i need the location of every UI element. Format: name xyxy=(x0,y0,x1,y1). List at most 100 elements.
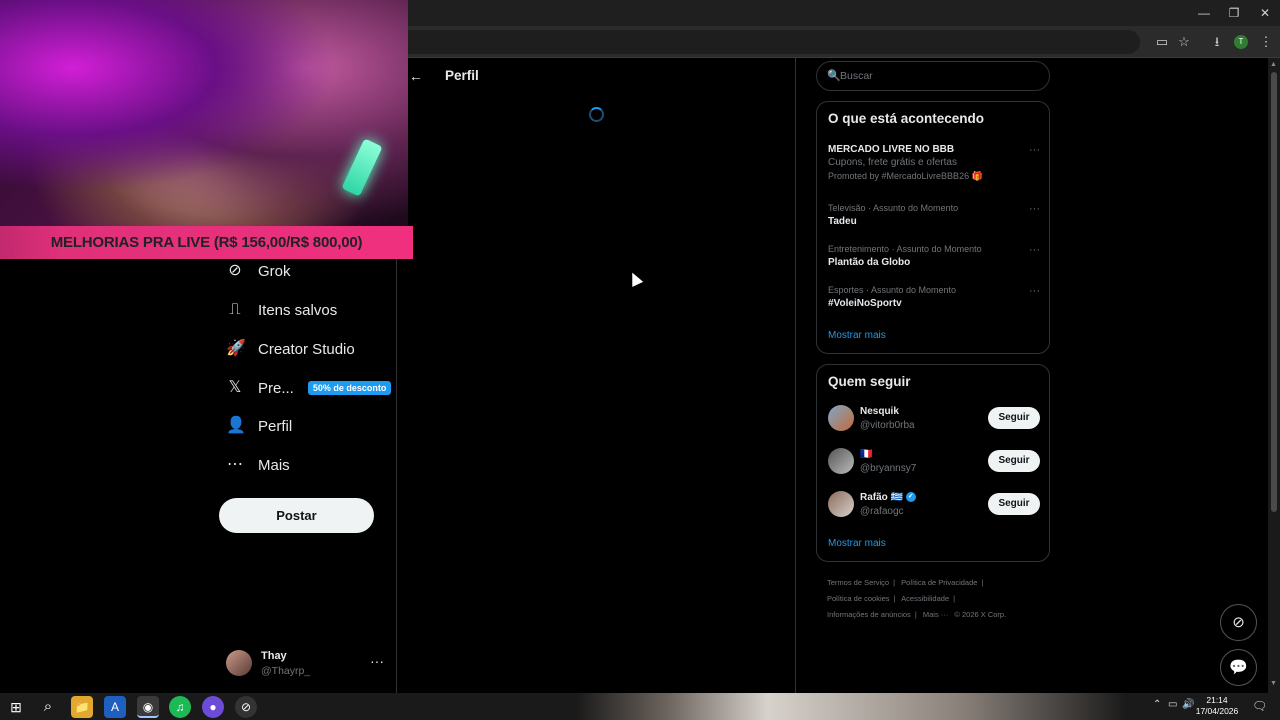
notification-center-icon[interactable]: 🗨 xyxy=(1252,699,1267,713)
nav-item-label: Grok xyxy=(258,262,291,280)
spotify-icon[interactable]: ♫ xyxy=(169,696,191,718)
trend-category: Entretenimento · Assunto do Momento xyxy=(828,244,982,254)
browser-menu-icon[interactable]: ⋮ xyxy=(1256,32,1276,52)
nav-item-creator-studio[interactable]: 🚀 Creator Studio xyxy=(226,333,355,365)
suggestion-handle: @rafaogc xyxy=(860,506,904,517)
search-input[interactable]: 🔍 Buscar xyxy=(816,61,1050,91)
footer-separator: | xyxy=(914,610,917,619)
footer-link[interactable]: Acessibilidade xyxy=(901,594,949,603)
download-icon[interactable]: ⭳ xyxy=(1207,32,1227,52)
follow-suggestion[interactable]: Rafão 🇬🇷 ✓ @rafaogc Seguir xyxy=(828,491,1040,521)
restore-button[interactable]: ❐ xyxy=(1219,3,1249,23)
more-options-icon[interactable]: ··· xyxy=(1029,285,1040,297)
grok-float-button[interactable]: ⊘ xyxy=(1220,604,1257,641)
cast-icon[interactable]: ▭ xyxy=(1152,32,1172,52)
trend-subtitle: Cupons, frete grátis e ofertas xyxy=(828,157,957,168)
clock-date: 17/04/2026 xyxy=(1195,706,1239,716)
neon-light xyxy=(341,138,383,197)
account-name: Thay xyxy=(261,650,287,662)
close-button[interactable]: ✕ xyxy=(1250,3,1280,23)
nav-item-grok[interactable]: ⊘ Grok xyxy=(226,255,291,287)
more-options-icon[interactable]: ··· xyxy=(370,653,384,669)
system-clock[interactable]: 21:14 17/04/2026 xyxy=(1194,695,1240,717)
footer-link[interactable]: Mais ··· xyxy=(923,610,948,619)
x-logo-icon: 𝕏 xyxy=(228,379,242,396)
nav-item-label: Mais xyxy=(258,456,290,474)
trend-item-promoted[interactable]: MERCADO LIVRE NO BBB Cupons, frete gráti… xyxy=(828,144,1040,182)
bookmark-star-icon[interactable]: ☆ xyxy=(1174,32,1194,52)
tray-chevron-icon[interactable]: ⌃ xyxy=(1153,699,1161,710)
bookmark-icon: ⎍ xyxy=(229,301,241,318)
copyright: © 2026 X Corp. xyxy=(954,610,1007,619)
trend-name: MERCADO LIVRE NO BBB xyxy=(828,144,955,155)
who-to-follow-show-more-link[interactable]: Mostrar mais xyxy=(828,538,886,549)
trend-category: Televisão · Assunto do Momento xyxy=(828,203,959,213)
trend-item[interactable]: Esportes · Assunto do Momento #VoleiNoSp… xyxy=(828,285,1040,309)
scroll-down-arrow-icon[interactable]: ▼ xyxy=(1270,680,1277,687)
start-menu-icon[interactable]: ⊞ xyxy=(5,696,27,718)
verified-badge-icon: ✓ xyxy=(905,492,916,503)
battery-icon[interactable]: ▭ xyxy=(1168,699,1177,710)
footer-separator: | xyxy=(893,594,896,603)
chat-app-icon[interactable]: ● xyxy=(202,696,224,718)
file-explorer-icon[interactable]: 📁 xyxy=(71,696,93,718)
windows-taskbar: ⊞ ⌕ 📁 A ◉ ♫ ● ⊘ ⌃ ▭ 🔊 21:14 17/04/2026 🗨 xyxy=(0,693,1280,720)
trends-card: O que está acontecendo MERCADO LIVRE NO … xyxy=(816,101,1050,354)
follow-button[interactable]: Seguir xyxy=(988,493,1040,515)
messages-float-button[interactable]: 💬 xyxy=(1220,649,1257,686)
browser-profile-avatar[interactable]: T xyxy=(1234,35,1248,49)
trends-show-more-link[interactable]: Mostrar mais xyxy=(828,330,886,341)
trend-item[interactable]: Entretenimento · Assunto do Momento Plan… xyxy=(828,244,1040,268)
account-switcher[interactable]: Thay @Thayrp_ ··· xyxy=(226,648,386,680)
follow-suggestion[interactable]: 🇫🇷 @bryannsy7 Seguir xyxy=(828,448,1040,478)
trend-item[interactable]: Televisão · Assunto do Momento Tadeu ··· xyxy=(828,203,1040,227)
footer-link[interactable]: Política de Privacidade xyxy=(901,578,977,587)
nav-item-more[interactable]: ⋯ Mais xyxy=(226,449,290,481)
nav-item-label: Itens salvos xyxy=(258,301,338,319)
chrome-icon[interactable]: ◉ xyxy=(137,696,159,718)
who-to-follow-card: Quem seguir Nesquik @vitorb0rba Seguir 🇫… xyxy=(816,364,1050,562)
promoted-label: Promoted by #MercadoLivreBBB26 🎁 xyxy=(828,171,983,181)
loading-spinner xyxy=(589,107,604,122)
trend-name: Tadeu xyxy=(828,216,857,227)
account-handle: @Thayrp_ xyxy=(261,665,311,677)
footer-link[interactable]: Política de cookies xyxy=(827,594,890,603)
recording-app-icon[interactable]: ⊘ xyxy=(235,696,257,718)
page-scrollbar[interactable]: ▲ ▼ xyxy=(1268,58,1280,693)
follow-button[interactable]: Seguir xyxy=(988,407,1040,429)
nav-item-label: Perfil xyxy=(258,417,293,435)
more-options-icon[interactable]: ··· xyxy=(1029,244,1040,256)
volume-icon[interactable]: 🔊 xyxy=(1182,699,1194,710)
taskbar-search-icon[interactable]: ⌕ xyxy=(37,696,59,718)
page-title: Perfil xyxy=(445,68,479,83)
footer-links: Termos de Serviço | Política de Privacida… xyxy=(827,575,1037,623)
back-arrow-icon[interactable]: ← xyxy=(409,68,423,84)
search-icon: 🔍 xyxy=(827,70,841,82)
rocket-icon: 🚀 xyxy=(226,340,246,357)
scroll-up-arrow-icon[interactable]: ▲ xyxy=(1270,61,1277,68)
nav-item-premium[interactable]: 𝕏 Pre... 50% de desconto xyxy=(226,372,392,404)
nav-item-profile[interactable]: 👤 Perfil xyxy=(226,410,292,442)
person-icon: 👤 xyxy=(226,417,246,434)
scroll-thumb[interactable] xyxy=(1271,72,1277,512)
follow-suggestion[interactable]: Nesquik @vitorb0rba Seguir xyxy=(828,405,1040,435)
avatar xyxy=(828,405,854,431)
footer-link[interactable]: Informações de anúncios xyxy=(827,610,911,619)
footer-link[interactable]: Termos de Serviço xyxy=(827,578,889,587)
footer-separator: | xyxy=(953,594,956,603)
avatar xyxy=(828,448,854,474)
follow-button[interactable]: Seguir xyxy=(988,450,1040,472)
trend-category: Esportes · Assunto do Momento xyxy=(828,285,957,295)
search-placeholder: Buscar xyxy=(840,70,873,82)
clock-time: 21:14 xyxy=(1206,695,1228,705)
nav-item-bookmarks[interactable]: ⎍ Itens salvos xyxy=(226,294,337,326)
footer-separator: | xyxy=(893,578,896,587)
post-button[interactable]: Postar xyxy=(219,498,374,533)
footer-separator: | xyxy=(981,578,984,587)
minimize-button[interactable]: — xyxy=(1189,3,1219,23)
more-options-icon[interactable]: ··· xyxy=(1029,203,1040,215)
more-options-icon[interactable]: ··· xyxy=(1029,144,1040,156)
webcam-overlay xyxy=(0,0,408,226)
discount-badge: 50% de desconto xyxy=(307,381,392,395)
app-a-icon[interactable]: A xyxy=(104,696,126,718)
